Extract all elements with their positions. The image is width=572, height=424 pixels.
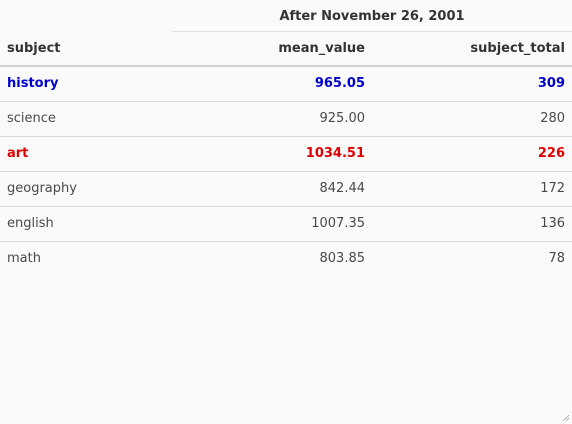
subject-cell: science bbox=[0, 101, 172, 137]
header-row: subject mean_value subject_total bbox=[0, 32, 572, 67]
resize-grip-icon[interactable] bbox=[560, 412, 570, 422]
subject-total-cell: 280 bbox=[372, 101, 572, 137]
subject-cell: history bbox=[0, 66, 172, 102]
subject-total-cell: 226 bbox=[372, 136, 572, 172]
table-row: art 1034.51 226 bbox=[0, 136, 572, 172]
column-header-subject-total: subject_total bbox=[372, 32, 572, 67]
data-table: After November 26, 2001 subject mean_val… bbox=[0, 0, 572, 276]
subject-cell: geography bbox=[0, 171, 172, 207]
mean-value-cell: 1007.35 bbox=[172, 206, 372, 242]
mean-value-cell: 965.05 bbox=[172, 66, 372, 102]
subject-cell: art bbox=[0, 136, 172, 172]
mean-value-cell: 925.00 bbox=[172, 101, 372, 137]
subject-total-cell: 78 bbox=[548, 251, 566, 267]
column-header-mean-value: mean_value bbox=[172, 32, 372, 67]
subject-cell: math bbox=[7, 251, 41, 267]
mean-value-cell: 1034.51 bbox=[172, 136, 372, 172]
subject-total-cell: 309 bbox=[372, 66, 572, 102]
column-spanner: After November 26, 2001 bbox=[172, 0, 572, 32]
subject-cell: english bbox=[0, 206, 172, 242]
subject-total-cell: 136 bbox=[372, 206, 572, 242]
spanner-empty-cell bbox=[0, 0, 172, 32]
spanner-rule bbox=[172, 31, 572, 32]
mean-value-cell: 842.44 bbox=[172, 171, 372, 207]
table-row: history 965.05 309 bbox=[0, 66, 572, 102]
table-body: history 965.05 309 science 925.00 280 ar… bbox=[0, 66, 572, 276]
table-row: geography 842.44 172 bbox=[0, 171, 572, 207]
table-row: english 1007.35 136 bbox=[0, 206, 572, 242]
column-header-subject: subject bbox=[0, 32, 172, 67]
mean-value-cell: 803.85 bbox=[319, 251, 366, 267]
table-row: science 925.00 280 bbox=[0, 101, 572, 137]
table-row: math 803.85 78 bbox=[0, 241, 572, 276]
page: After November 26, 2001 subject mean_val… bbox=[0, 0, 572, 424]
column-spanner-label: After November 26, 2001 bbox=[279, 8, 465, 24]
subject-total-cell: 172 bbox=[372, 171, 572, 207]
column-spanner-row: After November 26, 2001 bbox=[0, 0, 572, 32]
